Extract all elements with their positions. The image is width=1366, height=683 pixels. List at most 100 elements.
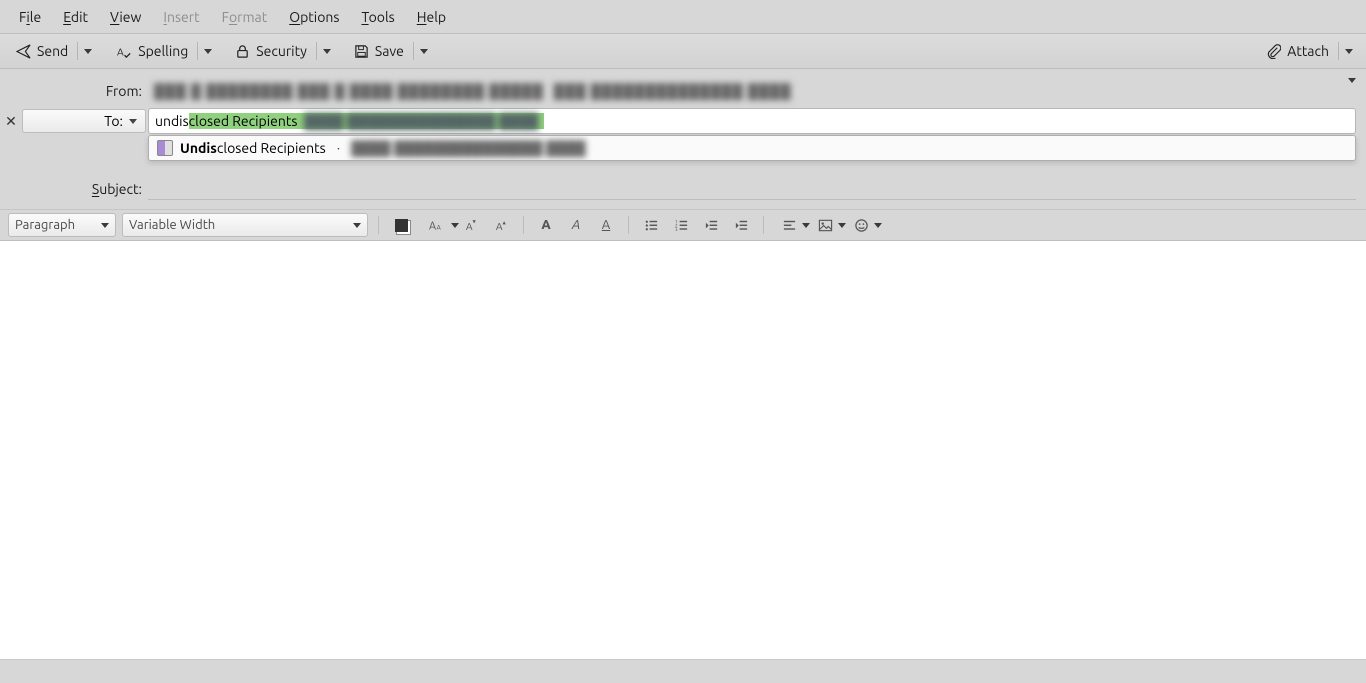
svg-text:▾: ▾: [472, 218, 476, 225]
font-smaller-icon: A▾: [464, 218, 479, 233]
chevron-down-icon: [420, 49, 428, 54]
svg-text:A: A: [429, 220, 436, 232]
separator: [378, 216, 379, 234]
bold-button[interactable]: A: [534, 213, 558, 237]
text-color-button[interactable]: [389, 213, 413, 237]
spelling-label: Spelling: [138, 43, 188, 59]
separator: [77, 42, 78, 60]
svg-text:▴: ▴: [502, 219, 506, 226]
menu-help[interactable]: Help: [406, 5, 457, 29]
chevron-down-icon: [874, 223, 882, 228]
separator: [197, 42, 198, 60]
to-field-wrap: undisclosed Recipients ████ ████████████…: [148, 108, 1356, 134]
address-type-selector[interactable]: To:: [22, 109, 146, 133]
format-toolbar: Paragraph Variable Width AA A▾ A▴ A A A …: [0, 209, 1366, 241]
from-value-redacted: ███ █ ████████ ███ █ ████ ████████ █████: [154, 83, 544, 99]
insert-emoji-button[interactable]: [846, 213, 876, 237]
chevron-down-icon: [323, 49, 331, 54]
message-headers: From: ███ █ ████████ ███ █ ████ ████████…: [0, 69, 1366, 209]
attach-dropdown[interactable]: [1340, 38, 1358, 64]
underline-icon: A: [602, 218, 610, 232]
font-size-icon: AA: [429, 218, 444, 233]
to-row-controls: ✕ To:: [0, 109, 148, 133]
subject-row: Subject:: [0, 175, 1366, 203]
align-menu-button[interactable]: [774, 213, 804, 237]
outdent-button[interactable]: [699, 213, 723, 237]
attach-label: Attach: [1287, 43, 1329, 59]
font-larger-icon: A▴: [494, 218, 509, 233]
image-icon: [818, 218, 833, 233]
spelling-button[interactable]: A Spelling: [109, 38, 196, 64]
indent-icon: [734, 218, 749, 233]
chevron-down-icon: [101, 223, 109, 228]
autocomplete-text: Undisclosed Recipients: [180, 140, 326, 156]
separator: [413, 42, 414, 60]
attach-button[interactable]: Attach: [1258, 38, 1337, 64]
address-type-label: To:: [104, 113, 123, 129]
font-family-label: Variable Width: [129, 218, 215, 232]
from-identity-picker[interactable]: ███ █ ████████ ███ █ ████ ████████ █████…: [148, 81, 1366, 101]
number-list-icon: 123: [674, 218, 689, 233]
save-label: Save: [375, 43, 404, 59]
remove-recipient-button[interactable]: ✕: [0, 113, 22, 130]
bullet-list-icon: [644, 218, 659, 233]
paper-plane-icon: [16, 44, 31, 59]
menu-view[interactable]: View: [99, 5, 152, 29]
subject-input[interactable]: [148, 178, 1356, 200]
security-button[interactable]: Security: [227, 38, 315, 64]
from-row: From: ███ █ ████████ ███ █ ████ ████████…: [0, 77, 1366, 105]
to-typed-text: undis: [155, 113, 189, 129]
separator: [763, 216, 764, 234]
increase-font-button[interactable]: A▴: [489, 213, 513, 237]
close-icon: ✕: [5, 113, 17, 130]
smiley-icon: [854, 218, 869, 233]
autocomplete-separator: ·: [333, 140, 344, 156]
menu-file[interactable]: File: [8, 5, 52, 29]
menubar: File Edit View Insert Format Options Too…: [0, 0, 1366, 33]
font-family-select[interactable]: Variable Width: [122, 213, 368, 237]
italic-button[interactable]: A: [564, 213, 588, 237]
menu-edit[interactable]: Edit: [52, 5, 99, 29]
status-bar: [0, 659, 1366, 683]
autocomplete-popup: Undisclosed Recipients · ████ ██████████…: [148, 135, 1356, 161]
svg-text:A: A: [117, 45, 124, 57]
separator: [523, 216, 524, 234]
decrease-font-button[interactable]: A▾: [459, 213, 483, 237]
send-dropdown[interactable]: [79, 38, 97, 64]
security-dropdown[interactable]: [318, 38, 336, 64]
underline-button[interactable]: A: [594, 213, 618, 237]
security-label: Security: [256, 43, 307, 59]
lock-icon: [235, 44, 250, 59]
menu-insert[interactable]: Insert: [152, 5, 210, 29]
autocomplete-redacted: ████ ███████████████ ████: [351, 140, 586, 156]
svg-text:3: 3: [674, 227, 677, 232]
indent-button[interactable]: [729, 213, 753, 237]
menu-tools[interactable]: Tools: [350, 5, 405, 29]
outdent-icon: [704, 218, 719, 233]
save-dropdown[interactable]: [415, 38, 433, 64]
chevron-down-icon: [1348, 83, 1356, 99]
paragraph-style-label: Paragraph: [15, 218, 75, 232]
bold-icon: A: [541, 218, 550, 232]
paragraph-style-select[interactable]: Paragraph: [8, 213, 116, 237]
save-button[interactable]: Save: [346, 38, 412, 64]
autocomplete-item[interactable]: Undisclosed Recipients · ████ ██████████…: [149, 136, 1355, 160]
italic-icon: A: [572, 218, 580, 232]
number-list-button[interactable]: 123: [669, 213, 693, 237]
chevron-down-icon: [84, 49, 92, 54]
bullet-list-button[interactable]: [639, 213, 663, 237]
align-left-icon: [782, 218, 797, 233]
subject-label: Subject:: [0, 181, 148, 197]
insert-image-button[interactable]: [810, 213, 840, 237]
separator: [1338, 42, 1339, 60]
spelling-dropdown[interactable]: [199, 38, 217, 64]
to-input[interactable]: undisclosed Recipients ████ ████████████…: [148, 108, 1356, 134]
font-size-menu-button[interactable]: AA: [419, 213, 453, 237]
menu-options[interactable]: Options: [278, 5, 350, 29]
from-label: From:: [0, 83, 148, 99]
chevron-down-icon: [802, 223, 810, 228]
menu-format[interactable]: Format: [211, 5, 279, 29]
message-body-editor[interactable]: [0, 241, 1366, 659]
send-button[interactable]: Send: [8, 38, 76, 64]
save-icon: [354, 44, 369, 59]
